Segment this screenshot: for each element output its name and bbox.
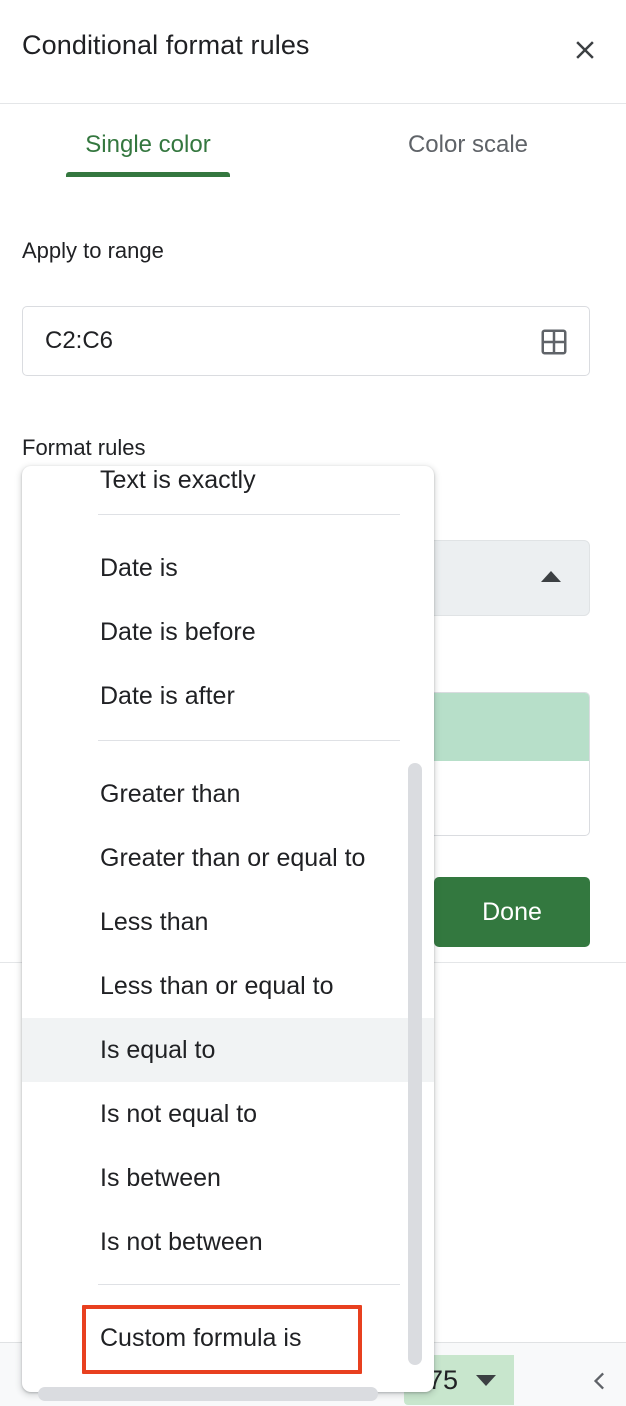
menu-item[interactable]: Less than [22,890,434,954]
menu-item[interactable]: Custom formula is [22,1306,434,1370]
menu-separator [98,514,400,515]
apply-to-range-value: C2:C6 [45,327,114,354]
chevron-left-icon [586,1366,614,1396]
menu-item[interactable]: Date is before [22,600,434,664]
format-rules-label: Format rules [22,435,146,460]
dialog-header: Conditional format rules [0,0,626,104]
menu-item[interactable]: Date is after [22,664,434,728]
menu-item[interactable]: Is not between [22,1210,434,1274]
grid-select-icon[interactable] [539,327,569,357]
menu-item[interactable]: Less than or equal to [22,954,434,1018]
menu-item[interactable]: Is between [22,1146,434,1210]
previous-button[interactable] [586,1366,614,1396]
horizontal-scrollbar[interactable] [38,1387,378,1401]
tab-active-indicator [66,172,230,177]
apply-to-range-label: Apply to range [22,238,164,263]
menu-separator [98,1284,400,1285]
menu-item[interactable]: Is not equal to [22,1082,434,1146]
condition-dropdown-menu[interactable]: Text is exactly Date is Date is before Date… [22,466,434,1392]
conditional-format-dialog: Conditional format rules Single color Co… [0,0,626,1406]
chevron-down-icon[interactable] [476,1374,497,1386]
menu-item[interactable]: Is equal to [22,1018,434,1082]
condition-option-list: Text is exactly Date is Date is before Date… [22,466,434,1392]
close-icon [570,35,600,65]
tab-color-scale[interactable]: Color scale [362,104,574,186]
done-button[interactable]: Done [434,877,590,947]
menu-item[interactable]: Text is exactly [22,466,434,512]
chevron-up-icon [541,571,561,582]
apply-to-range-field[interactable]: C2:C6 [22,306,590,376]
menu-item[interactable]: Greater than [22,762,434,826]
menu-item[interactable]: Date is [22,536,434,600]
vertical-scrollbar[interactable] [408,763,422,1365]
close-button[interactable] [566,31,604,69]
menu-separator [98,740,400,741]
page-title: Conditional format rules [22,30,310,60]
menu-item[interactable]: Greater than or equal to [22,826,434,890]
